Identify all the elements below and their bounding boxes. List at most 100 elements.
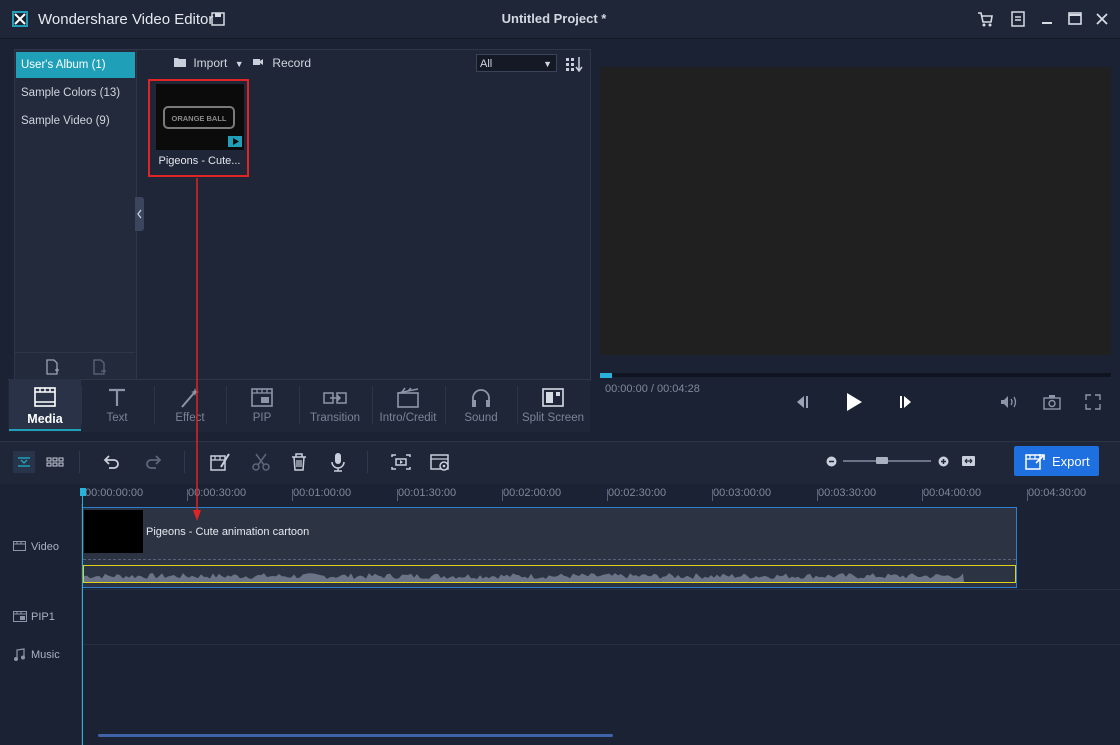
- voiceover-icon[interactable]: [327, 451, 349, 473]
- album-item-sample-colors[interactable]: Sample Colors (13): [16, 80, 135, 106]
- playhead-line: [82, 496, 83, 745]
- record-label: Record: [272, 56, 312, 70]
- ruler-label: 00:04:00:00: [923, 487, 982, 499]
- preview-seek-bar[interactable]: [600, 373, 1111, 377]
- tab-intro-credit[interactable]: Intro/Credit: [372, 379, 444, 431]
- media-filter-select[interactable]: All ▼: [476, 54, 557, 72]
- tab-effect-label: Effect: [175, 412, 205, 424]
- close-icon[interactable]: [1093, 10, 1111, 28]
- video-track-icon: [13, 541, 26, 551]
- ruler-label: 00:04:30:00: [1028, 487, 1087, 499]
- sort-icon[interactable]: [565, 56, 583, 72]
- tab-media[interactable]: Media: [9, 379, 81, 431]
- prev-frame-icon[interactable]: [793, 393, 811, 411]
- export-icon: [1025, 454, 1045, 470]
- crop-icon[interactable]: [390, 451, 412, 473]
- thumbnail-caption: ORANGE BALL: [172, 114, 227, 123]
- video-track-label: Video: [31, 541, 59, 553]
- track-divider: [82, 644, 1120, 645]
- tab-sound-label: Sound: [464, 412, 498, 424]
- record-button[interactable]: Record: [252, 56, 311, 72]
- remove-album-icon[interactable]: [92, 359, 106, 375]
- edit-icon[interactable]: [209, 451, 231, 473]
- text-icon: [109, 388, 125, 406]
- zoom-in-icon[interactable]: [938, 456, 949, 467]
- project-title: Untitled Project *: [501, 11, 607, 26]
- zoom-out-icon[interactable]: [826, 456, 837, 467]
- delete-icon[interactable]: [288, 451, 310, 473]
- import-label: Import: [193, 56, 228, 70]
- audio-waveform[interactable]: [83, 565, 1016, 583]
- preview-seek-handle[interactable]: [600, 373, 612, 378]
- album-item-users-album[interactable]: User's Album (1): [16, 52, 135, 78]
- tab-sound[interactable]: Sound: [445, 379, 517, 431]
- export-button[interactable]: Export: [1014, 446, 1099, 476]
- intro-credit-icon: [397, 387, 419, 408]
- video-clip-thumbnail: [84, 510, 143, 553]
- media-item-label: Pigeons - Cute...: [158, 155, 241, 167]
- ruler-label: 00:03:30:00: [818, 487, 877, 499]
- media-icon: [34, 387, 56, 407]
- effect-icon: [181, 388, 199, 408]
- timeline-horizontal-scrollbar[interactable]: [98, 734, 613, 737]
- play-icon[interactable]: [843, 391, 865, 413]
- undo-icon[interactable]: [100, 451, 122, 473]
- cart-icon[interactable]: [976, 10, 994, 28]
- add-album-icon[interactable]: [45, 359, 59, 375]
- music-track-icon: [14, 648, 25, 661]
- pip-track-label: PIP1: [31, 611, 55, 623]
- clip-divider: [83, 559, 1016, 560]
- camera-icon: [253, 59, 263, 65]
- dropdown-arrow-icon: ▼: [543, 59, 552, 69]
- snapshot-icon[interactable]: [1043, 394, 1061, 410]
- storyboard-view-icon[interactable]: [44, 451, 66, 473]
- tab-text-label: Text: [106, 412, 128, 424]
- track-divider: [82, 589, 1120, 590]
- tab-pip[interactable]: PIP: [226, 379, 298, 431]
- media-filter-value: All: [480, 58, 493, 70]
- timeline-toolbar: [0, 441, 1120, 485]
- tab-transition-label: Transition: [309, 412, 361, 424]
- tab-transition[interactable]: Transition: [299, 379, 371, 431]
- redo-icon[interactable]: [143, 451, 165, 473]
- zoom-slider-thumb[interactable]: [876, 457, 888, 464]
- album-item-sample-video[interactable]: Sample Video (9): [16, 108, 135, 134]
- volume-icon[interactable]: [999, 394, 1019, 410]
- pip-track-icon: [13, 611, 27, 622]
- timeline-view-icon[interactable]: [13, 451, 35, 473]
- fit-icon[interactable]: [961, 455, 976, 467]
- tab-split-screen-label: Split Screen: [521, 412, 584, 424]
- ruler-label: 00:03:00:00: [713, 487, 772, 499]
- media-thumbnail: ORANGE BALL: [156, 84, 244, 150]
- ruler-label: 00:00:00:00: [85, 487, 144, 499]
- menu-icon[interactable]: [1009, 10, 1027, 28]
- export-label: Export: [1052, 454, 1090, 469]
- folder-icon: [174, 58, 186, 67]
- album-panel: User's Album (1) Sample Colors (13) Samp…: [14, 49, 137, 381]
- import-button[interactable]: Import ▼: [173, 56, 244, 72]
- ruler-label: 00:02:00:00: [503, 487, 562, 499]
- music-track-label: Music: [31, 649, 60, 661]
- tab-pip-label: PIP: [252, 412, 272, 424]
- maximize-icon[interactable]: [1066, 10, 1084, 28]
- settings-icon[interactable]: [429, 451, 451, 473]
- fullscreen-icon[interactable]: [1085, 394, 1101, 410]
- album-footer: [14, 352, 135, 380]
- video-clip-label: Pigeons - Cute animation cartoon: [146, 526, 310, 538]
- next-frame-icon[interactable]: [897, 393, 915, 411]
- cut-icon[interactable]: [250, 451, 272, 473]
- ruler-label: 00:01:30:00: [398, 487, 457, 499]
- ruler-label: 00:02:30:00: [608, 487, 667, 499]
- transition-icon: [323, 392, 347, 404]
- minimize-icon[interactable]: [1038, 10, 1056, 28]
- tab-effect[interactable]: Effect: [154, 379, 226, 431]
- chevron-left-icon: [137, 209, 142, 219]
- chevron-down-icon: ▼: [234, 59, 244, 69]
- collapse-panel-handle[interactable]: [135, 197, 144, 231]
- tab-media-label: Media: [27, 412, 63, 426]
- tab-text[interactable]: Text: [81, 379, 153, 431]
- tab-split-screen[interactable]: Split Screen: [517, 379, 589, 431]
- playhead-handle[interactable]: [80, 488, 86, 496]
- sound-icon: [472, 389, 490, 407]
- toolbar-divider: [79, 451, 80, 473]
